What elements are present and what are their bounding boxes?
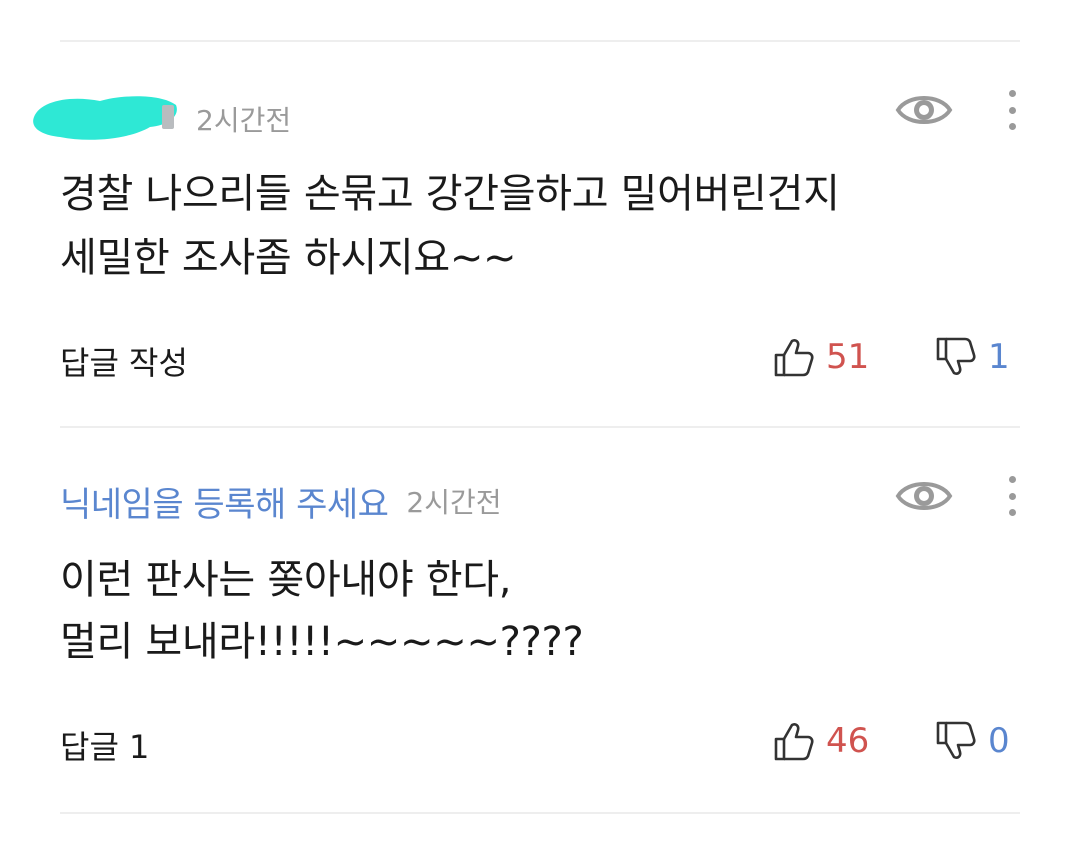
reply-button[interactable]: 답글 1 <box>60 722 149 768</box>
dislike-button[interactable]: 0 <box>934 716 1010 766</box>
comment-time: 2시간전 <box>406 486 502 519</box>
author-name[interactable]: 닉네임을 등록해 주세요 <box>60 477 389 526</box>
redaction-mark <box>33 96 177 140</box>
comment-time: 2시간전 <box>196 104 292 137</box>
thumbs-up-icon <box>774 339 814 377</box>
like-button[interactable]: 51 <box>772 332 869 382</box>
dislike-button[interactable]: 1 <box>934 332 1010 382</box>
dislike-count: 0 <box>988 721 1010 761</box>
eye-icon[interactable] <box>894 88 954 132</box>
eye-icon[interactable] <box>894 474 954 518</box>
like-button[interactable]: 46 <box>772 716 869 766</box>
thumbs-down-icon <box>936 721 976 759</box>
divider-top <box>60 40 1020 42</box>
comment-body-line: 경찰 나으리들 손묶고 강간을하고 밀어버린건지 <box>60 171 840 217</box>
more-vertical-icon[interactable] <box>1002 472 1022 520</box>
comment-meta: 닉네임을 등록해 주세요 2시간전 <box>60 476 502 526</box>
comment-body-line: 세밀한 조사좀 하시지요~~ <box>60 235 517 281</box>
dislike-count: 1 <box>988 337 1010 377</box>
like-count: 46 <box>826 721 870 761</box>
more-vertical-icon[interactable] <box>1002 86 1022 134</box>
divider-middle <box>60 426 1020 428</box>
author-name-redacted <box>33 96 178 140</box>
reply-button[interactable]: 답글 작성 <box>60 338 188 384</box>
author-name-fragment <box>162 105 174 129</box>
thumbs-up-icon <box>774 723 814 761</box>
divider-bottom <box>60 812 1020 814</box>
like-count: 51 <box>826 337 870 377</box>
comment-footer: 답글 작성 51 1 <box>60 332 1020 382</box>
comment-body-line: 멀리 보내라!!!!!~~~~~???? <box>60 619 584 665</box>
comment-meta: 2시간전 <box>33 94 292 144</box>
comment-footer: 답글 1 46 0 <box>60 716 1020 766</box>
comment-body-line: 이런 판사는 쫒아내야 한다, <box>60 557 512 603</box>
thumbs-down-icon <box>936 337 976 375</box>
